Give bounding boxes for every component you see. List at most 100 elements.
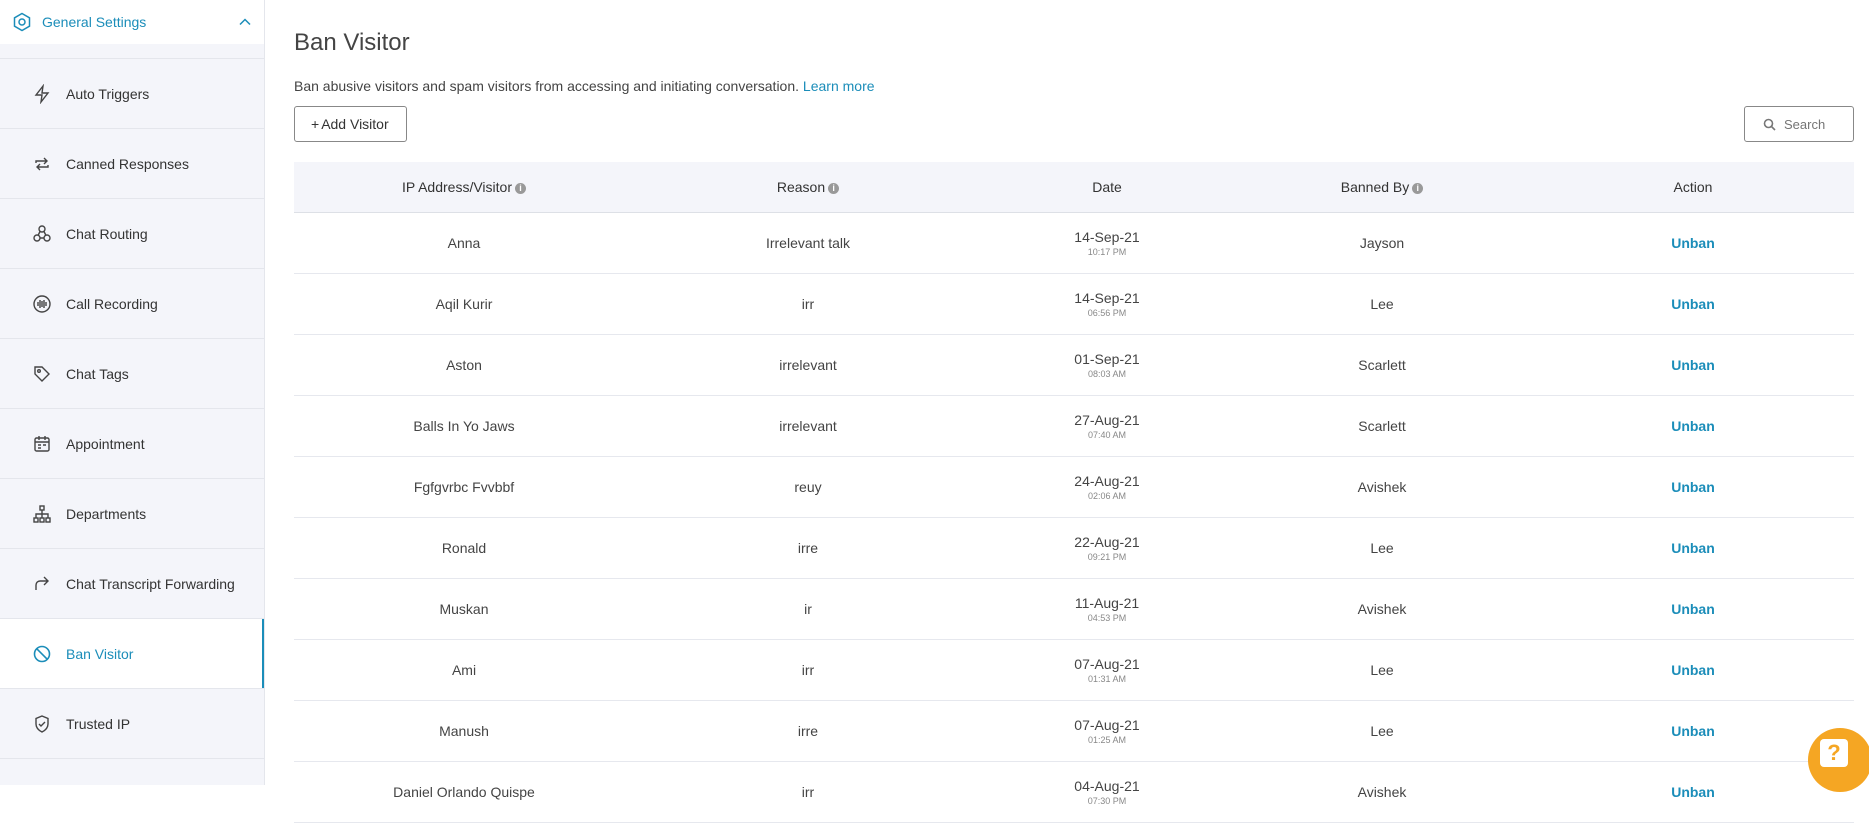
- info-icon[interactable]: i: [514, 182, 526, 194]
- sidebar-item-label: Appointment: [66, 435, 145, 452]
- sidebar-item-label: Chat Tags: [66, 365, 129, 382]
- time-text: 07:40 AM: [1087, 430, 1127, 440]
- visitor-cell: Fgfgvrbc Fvvbbf: [294, 456, 634, 518]
- table-row: Manush irre 07-Aug-21 01:25 AM Lee Unban: [294, 700, 1854, 762]
- sidebar-item-label: Chat Routing: [66, 225, 148, 242]
- forward-arrow-icon: [35, 576, 49, 590]
- info-icon[interactable]: i: [1412, 182, 1424, 194]
- column-header-date[interactable]: Date: [982, 162, 1232, 213]
- banned-by-cell: Lee: [1232, 517, 1532, 579]
- sidebar-item-call-recording[interactable]: Call Recording: [0, 268, 264, 338]
- visitor-cell: Daniel Orlando Quispe: [294, 761, 634, 823]
- sidebar-item-label: Departments: [66, 505, 147, 522]
- column-header-reason[interactable]: Reason i: [634, 162, 982, 213]
- sidebar-item-auto-triggers[interactable]: Auto Triggers: [0, 58, 264, 128]
- time-text: 09:21 PM: [1087, 552, 1127, 562]
- sidebar-item-canned-responses[interactable]: Canned Responses: [0, 128, 264, 198]
- plus-icon: +: [311, 116, 320, 132]
- shield-check-icon: [35, 714, 49, 733]
- banned-by-cell: Avishek: [1232, 578, 1532, 640]
- table-row: Fgfgvrbc Fvvbbf reuy 24-Aug-21 02:06 AM A…: [294, 456, 1854, 518]
- visitor-cell: Balls In Yo Jaws: [294, 395, 634, 457]
- help-button[interactable]: ?: [1808, 728, 1869, 792]
- unban-button[interactable]: Unban: [1671, 601, 1715, 617]
- unban-button[interactable]: Unban: [1671, 357, 1715, 373]
- date-cell: 07-Aug-21 01:31 AM: [982, 639, 1232, 701]
- visitor-cell: Ami: [294, 639, 634, 701]
- sidebar-item-appointment[interactable]: Appointment: [0, 408, 264, 478]
- unban-button[interactable]: Unban: [1671, 540, 1715, 556]
- sidebar-item-partial: [0, 758, 264, 785]
- reason-cell: irre: [634, 700, 982, 762]
- search-box[interactable]: [1744, 106, 1854, 142]
- action-cell: Unban: [1532, 639, 1854, 701]
- unban-button[interactable]: Unban: [1671, 235, 1715, 251]
- info-icon[interactable]: i: [828, 182, 840, 194]
- reason-cell: irre: [634, 517, 982, 579]
- banned-by-cell: Avishek: [1232, 456, 1532, 518]
- banned-by-cell: Jayson: [1232, 212, 1532, 274]
- time-text: 10:17 PM: [1087, 247, 1127, 257]
- reason-cell: irr: [634, 639, 982, 701]
- chevron-up-icon[interactable]: [238, 15, 252, 29]
- table-row: Ronald irre 22-Aug-21 09:21 PM Lee Unban: [294, 517, 1854, 579]
- search-icon: [1763, 118, 1776, 131]
- banned-by-cell: Scarlett: [1232, 334, 1532, 396]
- action-cell: Unban: [1532, 334, 1854, 396]
- sidebar-item-departments[interactable]: Departments: [0, 478, 264, 548]
- banned-by-cell: Avishek: [1232, 761, 1532, 823]
- column-header-banned-by[interactable]: Banned By i: [1232, 162, 1532, 213]
- visitor-cell: Aston: [294, 334, 634, 396]
- date-text: 14-Sep-21: [1074, 290, 1140, 306]
- action-cell: Unban: [1532, 517, 1854, 579]
- sidebar-item-label: Auto Triggers: [66, 85, 150, 102]
- unban-button[interactable]: Unban: [1671, 784, 1715, 800]
- repeat-icon: [35, 157, 49, 170]
- date-cell: 14-Sep-21 10:17 PM: [982, 212, 1232, 274]
- date-cell: 27-Aug-21 07:40 AM: [982, 395, 1232, 457]
- settings-sidebar: General Settings Auto Triggers Canned Re…: [0, 0, 265, 785]
- table-row: Balls In Yo Jaws irrelevant 27-Aug-21 07:…: [294, 395, 1854, 457]
- sidebar-item-label: Canned Responses: [66, 155, 189, 172]
- action-cell: Unban: [1532, 700, 1854, 762]
- visitor-cell: Manush: [294, 700, 634, 762]
- sidebar-item-chat-routing[interactable]: Chat Routing: [0, 198, 264, 268]
- soundwave-icon: [33, 294, 51, 313]
- reason-cell: irrelevant: [634, 395, 982, 457]
- visitor-cell: Aqil Kurir: [294, 273, 634, 335]
- unban-button[interactable]: Unban: [1671, 662, 1715, 678]
- sidebar-item-ban-visitor[interactable]: Ban Visitor: [0, 618, 264, 688]
- banned-by-cell: Lee: [1232, 700, 1532, 762]
- general-settings-header[interactable]: General Settings: [0, 0, 264, 44]
- time-text: 06:56 PM: [1087, 308, 1127, 318]
- date-cell: 01-Sep-21 08:03 AM: [982, 334, 1232, 396]
- sidebar-item-chat-tags[interactable]: Chat Tags: [0, 338, 264, 408]
- unban-button[interactable]: Unban: [1671, 296, 1715, 312]
- unban-button[interactable]: Unban: [1671, 418, 1715, 434]
- sidebar-item-label: Chat Transcript Forwarding: [66, 575, 235, 592]
- add-visitor-button[interactable]: + Add Visitor: [294, 106, 407, 142]
- time-text: 02:06 AM: [1087, 491, 1127, 501]
- unban-button[interactable]: Unban: [1671, 723, 1715, 739]
- description-text: Ban abusive visitors and spam visitors f…: [294, 78, 800, 94]
- sidebar-item-trusted-ip[interactable]: Trusted IP: [0, 688, 264, 758]
- time-text: 04:53 PM: [1087, 613, 1127, 623]
- banned-by-cell: Lee: [1232, 639, 1532, 701]
- sidebar-item-chat-transcript-forwarding[interactable]: Chat Transcript Forwarding: [0, 548, 264, 618]
- unban-button[interactable]: Unban: [1671, 479, 1715, 495]
- date-text: 04-Aug-21: [1074, 778, 1140, 794]
- column-header-visitor[interactable]: IP Address/Visitor i: [294, 162, 634, 213]
- page-title: Ban Visitor: [294, 29, 410, 56]
- reason-cell: irrelevant: [634, 334, 982, 396]
- learn-more-link[interactable]: Learn more: [803, 78, 875, 94]
- date-text: 07-Aug-21: [1074, 717, 1140, 733]
- routing-icon: [33, 224, 51, 242]
- table-row: Ami irr 07-Aug-21 01:31 AM Lee Unban: [294, 639, 1854, 701]
- main-content: Ban Visitor Ban abusive visitors and spa…: [294, 0, 1854, 823]
- search-input[interactable]: [1784, 116, 1844, 132]
- visitor-cell: Anna: [294, 212, 634, 274]
- table-row: Aston irrelevant 01-Sep-21 08:03 AM Scarl…: [294, 334, 1854, 396]
- add-visitor-label: Add Visitor: [321, 116, 389, 132]
- date-cell: 07-Aug-21 01:25 AM: [982, 700, 1232, 762]
- sidebar-item-label: Call Recording: [66, 295, 158, 312]
